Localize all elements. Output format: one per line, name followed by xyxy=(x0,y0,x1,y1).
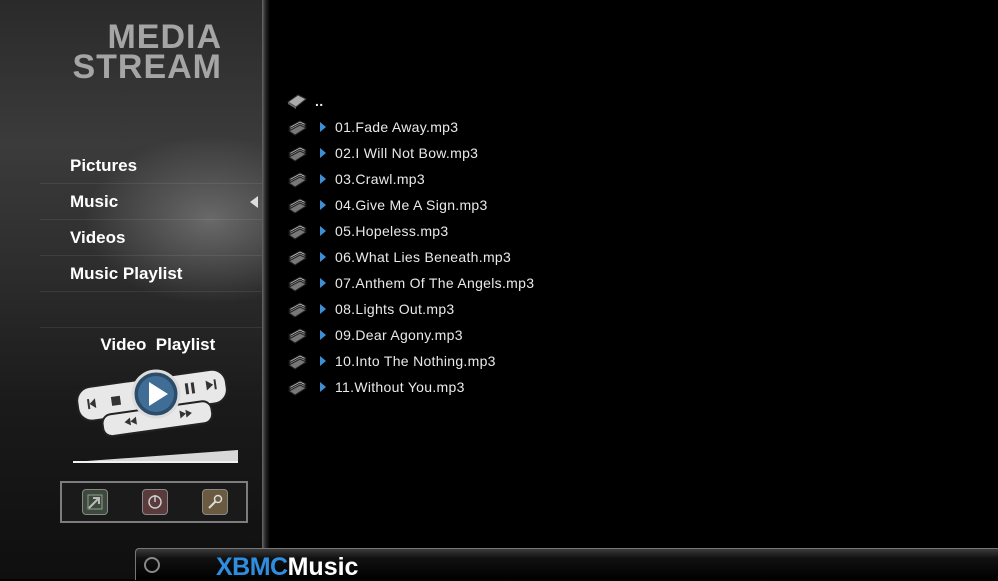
music-file-icon xyxy=(288,380,308,396)
music-file-icon xyxy=(288,302,308,318)
remote-control-icon xyxy=(76,368,228,438)
music-file-icon xyxy=(288,172,308,188)
play-arrow-icon xyxy=(320,252,326,262)
music-file-icon xyxy=(288,224,308,240)
menu-item-label: Videos xyxy=(70,228,126,247)
sidebar-divider xyxy=(262,0,270,579)
tool-bar xyxy=(60,481,248,523)
menu-item-music[interactable]: Music xyxy=(40,184,262,220)
exit-icon[interactable] xyxy=(82,489,108,515)
play-arrow-icon xyxy=(320,200,326,210)
music-file-icon xyxy=(288,198,308,214)
main-menu: Pictures Music Videos Music Playlist Vid… xyxy=(40,148,262,354)
menu-item-videos[interactable]: Videos xyxy=(40,220,262,256)
file-name: 07.Anthem Of The Angels.mp3 xyxy=(335,275,535,291)
file-name: 11.Without You.mp3 xyxy=(335,379,465,395)
play-arrow-icon xyxy=(320,278,326,288)
menu-item-label: Pictures xyxy=(70,156,138,175)
sidebar: MEDIA STREAM Pictures Music Videos Music… xyxy=(0,0,262,579)
logo-line-2: STREAM xyxy=(72,48,222,86)
parent-folder-label: .. xyxy=(315,93,324,109)
section-label: Music xyxy=(287,553,359,581)
settings-key-icon[interactable] xyxy=(202,489,228,515)
play-arrow-icon xyxy=(320,122,326,132)
play-arrow-icon xyxy=(320,356,326,366)
music-file-icon xyxy=(288,354,308,370)
menu-item-video-playlist[interactable]: Video Playlist xyxy=(40,292,262,354)
file-name: 02.I Will Not Bow.mp3 xyxy=(335,145,479,161)
play-arrow-icon xyxy=(320,330,326,340)
bottom-bar: XBMCMusic xyxy=(135,548,998,581)
file-name: 06.What Lies Beneath.mp3 xyxy=(335,249,512,265)
file-name: 01.Fade Away.mp3 xyxy=(335,119,459,135)
brand-label: XBMC xyxy=(216,553,288,581)
play-arrow-icon xyxy=(320,148,326,158)
home-circle-icon[interactable] xyxy=(144,557,160,573)
file-name: 03.Crawl.mp3 xyxy=(335,171,425,187)
power-icon[interactable] xyxy=(142,489,168,515)
window-title: XBMCMusic xyxy=(216,553,358,581)
music-file-icon xyxy=(288,120,308,136)
play-arrow-icon xyxy=(320,304,326,314)
play-arrow-icon xyxy=(320,226,326,236)
menu-item-music-playlist[interactable]: Music Playlist xyxy=(40,256,262,292)
volume-slider[interactable] xyxy=(73,448,238,464)
play-arrow-icon xyxy=(320,174,326,184)
music-file-icon xyxy=(288,250,308,266)
music-file-icon xyxy=(288,276,308,292)
parent-folder-icon xyxy=(287,94,307,109)
file-name: 04.Give Me A Sign.mp3 xyxy=(335,197,488,213)
menu-item-label: Video Playlist xyxy=(100,335,216,354)
file-name: 09.Dear Agony.mp3 xyxy=(335,327,463,343)
music-file-icon xyxy=(288,328,308,344)
menu-item-label: Music xyxy=(70,192,119,211)
music-file-icon xyxy=(288,146,308,162)
play-arrow-icon xyxy=(320,382,326,392)
app-logo: MEDIA STREAM xyxy=(52,20,222,86)
file-name: 05.Hopeless.mp3 xyxy=(335,223,449,239)
file-name: 08.Lights Out.mp3 xyxy=(335,301,455,317)
menu-item-pictures[interactable]: Pictures xyxy=(40,148,262,184)
file-name: 10.Into The Nothing.mp3 xyxy=(335,353,496,369)
menu-item-label: Music Playlist xyxy=(70,264,183,283)
